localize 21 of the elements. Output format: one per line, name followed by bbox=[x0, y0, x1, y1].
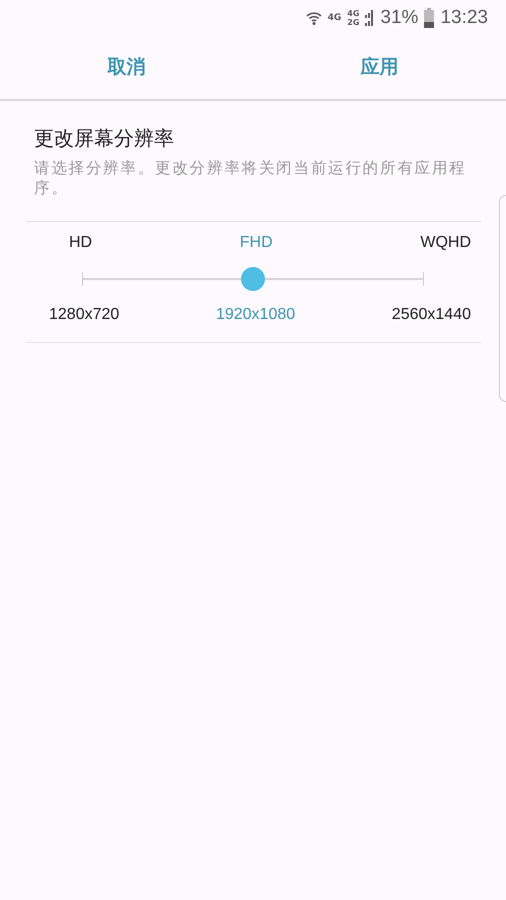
wifi-icon bbox=[306, 10, 322, 26]
resolution-slider[interactable] bbox=[82, 267, 424, 291]
resolution-value: 2560x1440 bbox=[392, 306, 471, 324]
network-type: 2G bbox=[347, 18, 360, 26]
battery-percent: 31% bbox=[380, 6, 418, 28]
clock: 13:23 bbox=[440, 6, 488, 28]
resolution-label: HD bbox=[69, 234, 92, 252]
network-type: 4G bbox=[328, 12, 342, 22]
dialog-title: 更改屏幕分辨率 bbox=[34, 125, 175, 152]
resolution-value: 1920x1080 bbox=[216, 306, 296, 324]
description: 请选择分辨率。更改分辨率将关闭当前运行的所有应用程序。 bbox=[34, 158, 468, 198]
apply-button[interactable]: 应用 bbox=[253, 40, 506, 94]
network-type: 4G bbox=[347, 8, 360, 18]
signal-icon bbox=[365, 10, 374, 26]
cancel-button[interactable]: 取消 bbox=[0, 40, 253, 94]
resolution-label: FHD bbox=[240, 234, 273, 252]
resolution-value: 1280x720 bbox=[49, 306, 120, 324]
battery-icon bbox=[424, 8, 434, 28]
edge-handle[interactable] bbox=[499, 195, 506, 402]
slider-thumb[interactable] bbox=[241, 267, 265, 291]
resolution-label: WQHD bbox=[420, 234, 471, 252]
